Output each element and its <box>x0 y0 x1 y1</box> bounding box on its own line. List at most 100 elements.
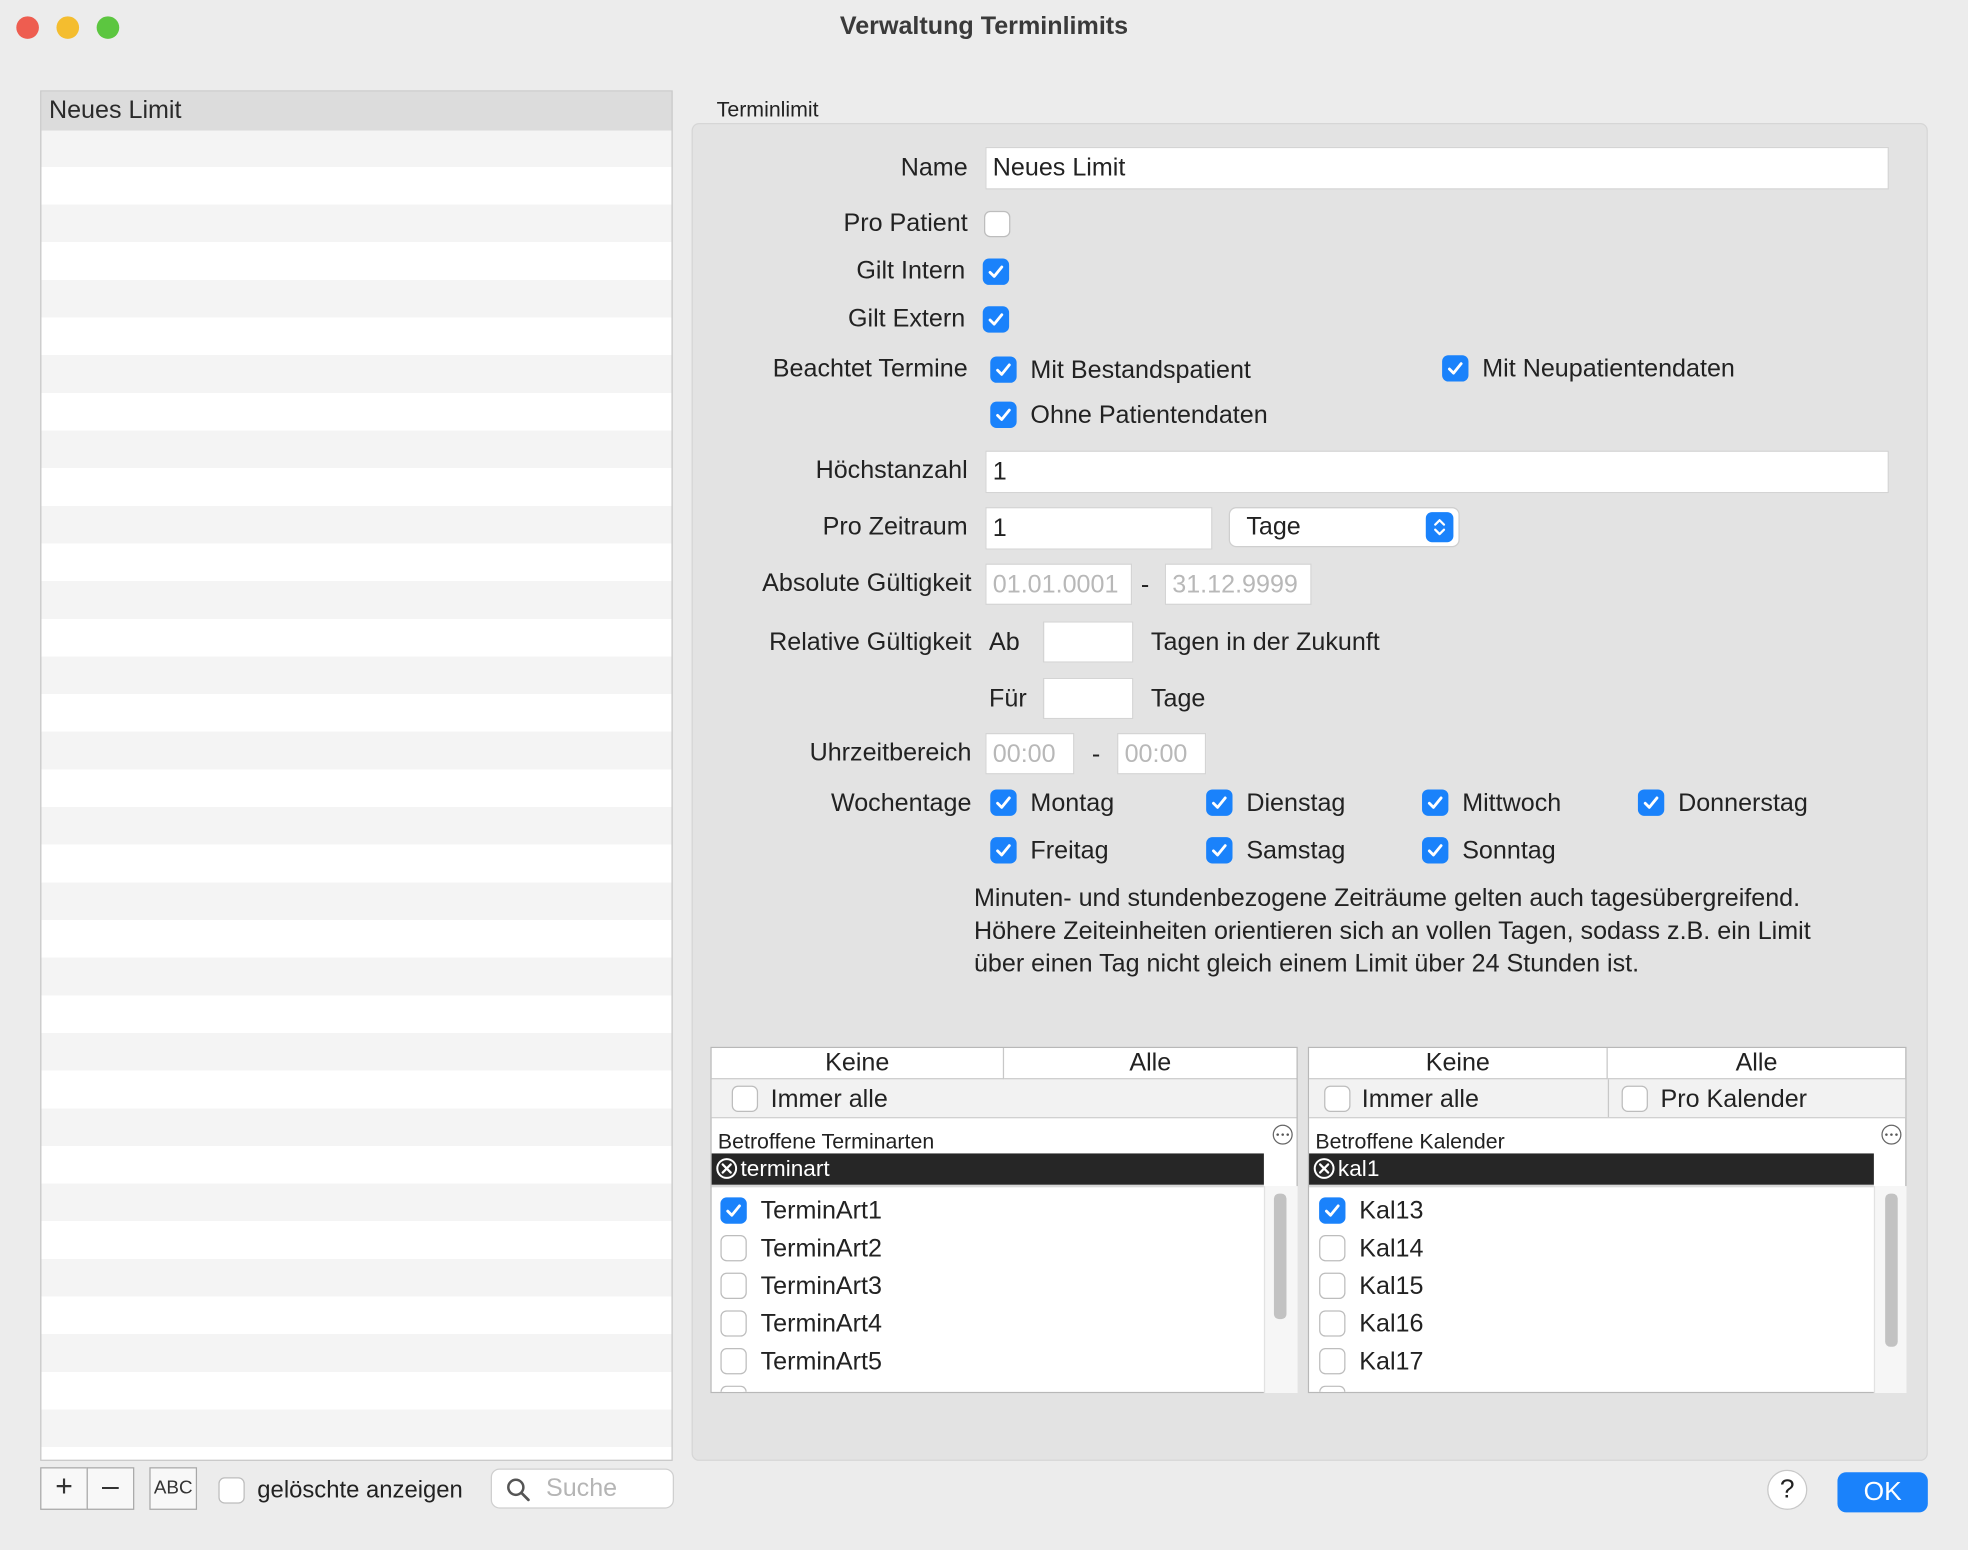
minus-icon: – <box>102 1469 119 1504</box>
checkmark-icon <box>1427 844 1443 857</box>
fuer-days-field[interactable] <box>1042 677 1134 720</box>
limit-list[interactable] <box>40 90 673 1461</box>
checkmark-icon <box>996 408 1011 421</box>
kalender-label: Kal14 <box>1359 1235 1424 1263</box>
gilt-extern-checkbox[interactable] <box>982 306 1010 333</box>
checkmark-icon <box>988 265 1004 278</box>
kalender-checkbox[interactable] <box>1319 1272 1346 1300</box>
dienstag-checkbox[interactable] <box>1206 789 1233 816</box>
donnerstag-checkbox[interactable] <box>1637 789 1665 816</box>
ab-days-field[interactable] <box>1042 621 1134 663</box>
kalender-immer-alle-checkbox[interactable] <box>1324 1085 1351 1113</box>
checkmark-icon <box>988 313 1004 326</box>
checkmark-icon <box>996 844 1011 857</box>
help-button[interactable]: ? <box>1767 1469 1808 1510</box>
terminart-label: TerminArt3 <box>760 1272 882 1301</box>
beachtet-termine-label: Beachtet Termine <box>772 355 968 383</box>
mit-neupatientendaten-checkbox[interactable] <box>1442 355 1469 382</box>
kalender-none-header[interactable]: Keine <box>1309 1048 1608 1080</box>
kalender-checkbox[interactable] <box>1319 1197 1346 1224</box>
mit-bestandspatient-checkbox[interactable] <box>990 356 1017 383</box>
terminarten-table: Keine Alle Immer alle Betroffene Termina… <box>710 1046 1298 1394</box>
uhrzeit-from-field[interactable]: 00:00 <box>985 732 1075 775</box>
terminarten-immer-alle-checkbox[interactable] <box>731 1085 759 1113</box>
kalender-checkbox[interactable] <box>1319 1235 1346 1262</box>
ok-button[interactable]: OK <box>1837 1472 1928 1513</box>
ohne-patientendaten-checkbox[interactable] <box>990 401 1017 428</box>
terminart-checkbox[interactable] <box>720 1272 747 1300</box>
kalender-checkbox[interactable] <box>1319 1347 1346 1375</box>
kalender-label: Kal15 <box>1359 1272 1424 1301</box>
kalender-label: Kal16 <box>1359 1310 1424 1338</box>
terminarten-none-header[interactable]: Keine <box>711 1048 1005 1080</box>
more-options-icon[interactable] <box>1272 1124 1293 1145</box>
freitag-checkbox[interactable] <box>990 837 1017 864</box>
checkmark-icon <box>1427 796 1443 809</box>
relative-gueltigkeit-label: Relative Gültigkeit <box>769 628 972 657</box>
search-input[interactable]: Suche <box>490 1468 674 1509</box>
terminarten-filter-token[interactable]: terminart <box>711 1153 1264 1185</box>
terminarten-all-header[interactable]: Alle <box>1004 1048 1297 1080</box>
terminarten-scrollbar[interactable] <box>1263 1186 1298 1394</box>
name-label: Name <box>900 154 968 182</box>
kalender-filter-token[interactable]: kal1 <box>1309 1153 1874 1185</box>
kalender-label: Kal17 <box>1359 1347 1424 1376</box>
uhrzeit-to-field[interactable]: 00:00 <box>1117 732 1207 775</box>
window-title: Verwaltung Terminlimits <box>839 12 1129 41</box>
terminart-checkbox[interactable] <box>720 1310 747 1337</box>
pro-patient-checkbox[interactable] <box>983 210 1011 238</box>
mit-bestandspatient-label: Mit Bestandspatient <box>1030 356 1251 385</box>
remove-filter-icon[interactable] <box>715 1157 738 1180</box>
absolute-from-field[interactable]: 01.01.0001 <box>985 563 1133 605</box>
zeitraum-unit-select[interactable]: Tage <box>1228 507 1460 548</box>
checkmark-icon <box>1447 362 1463 375</box>
terminart-checkbox[interactable] <box>720 1197 747 1224</box>
sonntag-checkbox[interactable] <box>1422 837 1449 864</box>
plus-icon: + <box>55 1469 73 1504</box>
remove-filter-icon[interactable] <box>1313 1157 1336 1180</box>
show-deleted-checkbox[interactable] <box>218 1477 245 1504</box>
kalender-all-header[interactable]: Alle <box>1607 1048 1906 1080</box>
pro-kalender-checkbox[interactable] <box>1621 1085 1648 1113</box>
fuer-label: Für <box>989 685 1027 713</box>
show-deleted-label: gelöschte anzeigen <box>257 1477 463 1504</box>
gilt-intern-checkbox[interactable] <box>982 258 1010 285</box>
ab-suffix-label: Tagen in der Zukunft <box>1150 628 1380 657</box>
search-icon <box>507 1478 530 1502</box>
hoechstanzahl-field[interactable]: 1 <box>985 450 1889 494</box>
checkmark-icon <box>726 1204 741 1217</box>
note-line-3: über einen Tag nicht gleich einem Limit … <box>973 950 1640 978</box>
pro-zeitraum-field[interactable]: 1 <box>985 507 1213 550</box>
search-placeholder: Suche <box>545 1474 618 1503</box>
absolute-to-field[interactable]: 31.12.9999 <box>1164 563 1312 605</box>
scroll-thumb[interactable] <box>1273 1193 1287 1320</box>
kalender-section-title: Betroffene Kalender <box>1315 1129 1505 1154</box>
mit-neupatientendaten-label: Mit Neupatientendaten <box>1482 355 1735 383</box>
absolute-separator: - <box>1140 571 1150 599</box>
terminart-checkbox[interactable] <box>720 1347 747 1375</box>
montag-label: Montag <box>1030 789 1115 818</box>
group-title: Terminlimit <box>716 97 819 122</box>
samstag-checkbox[interactable] <box>1206 837 1233 864</box>
terminart-label: TerminArt5 <box>760 1347 882 1376</box>
scroll-thumb[interactable] <box>1885 1193 1898 1347</box>
list-item-selected[interactable]: Neues Limit <box>41 91 672 131</box>
hoechstanzahl-label: Höchstanzahl <box>815 456 968 485</box>
fuer-suffix-label: Tage <box>1150 685 1206 713</box>
mittwoch-checkbox[interactable] <box>1422 789 1449 816</box>
pro-patient-label: Pro Patient <box>843 209 968 238</box>
terminart-checkbox[interactable] <box>720 1235 747 1262</box>
sort-abc-button[interactable]: ABC <box>149 1467 198 1510</box>
uhrzeitbereich-label: Uhrzeitbereich <box>809 739 972 767</box>
kalender-scrollbar[interactable] <box>1873 1186 1907 1394</box>
kalender-checkbox[interactable] <box>1319 1310 1346 1337</box>
remove-button[interactable]: – <box>86 1467 135 1510</box>
checkmark-icon <box>1212 796 1227 809</box>
more-options-icon[interactable] <box>1881 1124 1902 1145</box>
up-down-chevron-icon <box>1425 512 1454 543</box>
montag-checkbox[interactable] <box>990 789 1017 816</box>
gilt-extern-label: Gilt Extern <box>847 304 966 333</box>
terminart-label: TerminArt4 <box>760 1310 882 1338</box>
add-button[interactable]: + <box>40 1467 88 1510</box>
name-field[interactable]: Neues Limit <box>985 146 1889 190</box>
